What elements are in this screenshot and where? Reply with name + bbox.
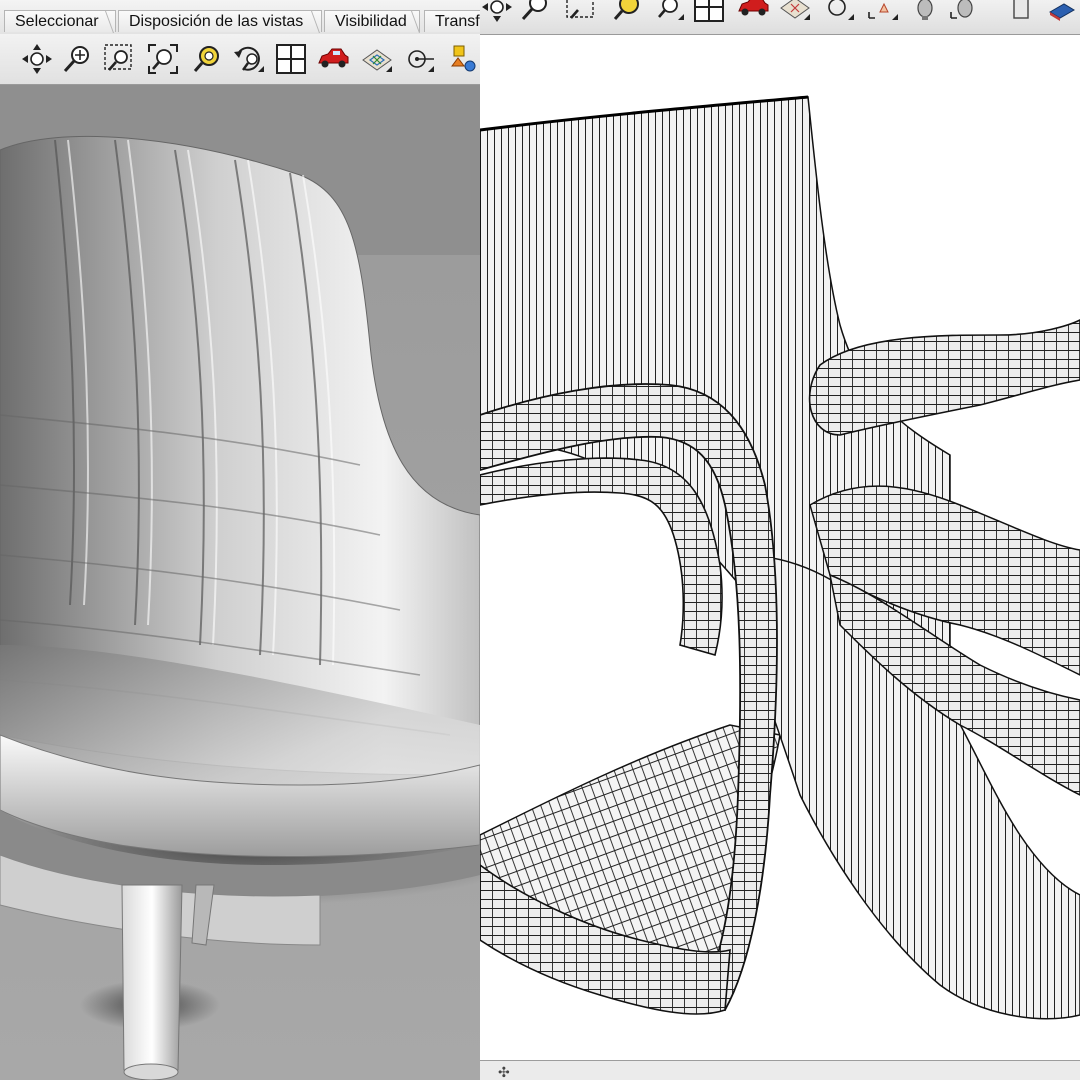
snap-button[interactable] — [822, 0, 858, 26]
snap-icon — [408, 50, 434, 72]
rendered-viewport[interactable] — [0, 85, 480, 1080]
pan-icon — [22, 44, 52, 74]
zoom-window-icon — [566, 0, 594, 19]
snap-icon — [828, 0, 854, 20]
zoom-selected-icon — [613, 0, 639, 20]
pan-button[interactable] — [20, 42, 54, 76]
zoom-selected-icon — [193, 46, 219, 72]
view-toolbar — [0, 34, 480, 85]
right-rhino-window: ✣ — [480, 0, 1080, 1080]
tab-label: Disposición de las vistas — [129, 13, 304, 30]
zoom-icon — [63, 46, 89, 73]
zoom-button[interactable] — [60, 42, 94, 76]
car-render-icon — [738, 0, 769, 16]
properties-button[interactable] — [778, 0, 814, 26]
zoom-window-icon — [104, 44, 132, 71]
object-layers-icon — [451, 45, 476, 72]
four-viewports-icon — [694, 0, 724, 22]
properties-button[interactable] — [360, 42, 394, 76]
zoom-icon — [521, 0, 547, 21]
undo-view-button[interactable] — [232, 42, 266, 76]
status-bar: ✣ — [480, 1060, 1080, 1080]
light-button[interactable] — [908, 0, 944, 26]
tab-disposicion-vistas[interactable]: Disposición de las vistas — [118, 10, 322, 32]
plus-icon[interactable]: ✣ — [498, 1065, 510, 1079]
tab-label: Seleccionar — [15, 13, 99, 30]
render-button[interactable] — [316, 42, 350, 76]
zoom-selected-button[interactable] — [610, 0, 646, 26]
light-icon — [917, 0, 933, 20]
file-button[interactable] — [1004, 0, 1040, 26]
zoom-selected-button[interactable] — [190, 42, 224, 76]
tab-label: Transf — [435, 13, 480, 30]
zoom-window-button[interactable] — [102, 42, 136, 76]
tab-visibilidad[interactable]: Visibilidad — [324, 10, 420, 32]
grid-icon — [868, 2, 898, 20]
pan-icon — [482, 0, 512, 22]
book-button[interactable] — [1044, 0, 1080, 26]
properties-icon — [780, 0, 810, 20]
light-button-2[interactable] — [948, 0, 984, 26]
four-viewports-button[interactable] — [274, 42, 308, 76]
light-icon — [950, 0, 973, 19]
book-icon — [1049, 3, 1075, 21]
tab-seleccionar[interactable]: Seleccionar — [4, 10, 116, 32]
zoom-extents-icon — [148, 44, 178, 74]
zoom-extents-button[interactable] — [146, 42, 180, 76]
pan-button[interactable] — [480, 0, 516, 26]
tab-transformar[interactable]: Transf — [424, 10, 480, 32]
toolbar-tab-bar: Seleccionar Disposición de las vistas Vi… — [0, 0, 480, 35]
wireframe-viewport[interactable] — [480, 35, 1080, 1060]
properties-icon — [362, 49, 392, 72]
zoom-extents-button[interactable] — [652, 0, 688, 26]
four-viewports-icon — [276, 44, 306, 74]
grid-button[interactable] — [866, 0, 902, 26]
zoom-button[interactable] — [518, 0, 554, 26]
undo-view-icon — [234, 46, 264, 72]
wireframe-armchair-illustration — [480, 95, 1080, 1020]
object-layers-button[interactable] — [446, 42, 480, 76]
file-icon — [1013, 0, 1029, 19]
zoom-window-button[interactable] — [564, 0, 600, 26]
left-rhino-window: Seleccionar Disposición de las vistas Vi… — [0, 0, 480, 1080]
snap-button[interactable] — [402, 42, 436, 76]
zoom-extents-icon — [658, 0, 684, 20]
four-viewports-button[interactable] — [692, 0, 728, 26]
rendered-chair-illustration — [0, 85, 480, 1080]
car-render-icon — [318, 48, 349, 68]
render-button[interactable] — [736, 0, 772, 26]
tab-label: Visibilidad — [335, 13, 407, 30]
view-toolbar-right — [480, 0, 1080, 35]
